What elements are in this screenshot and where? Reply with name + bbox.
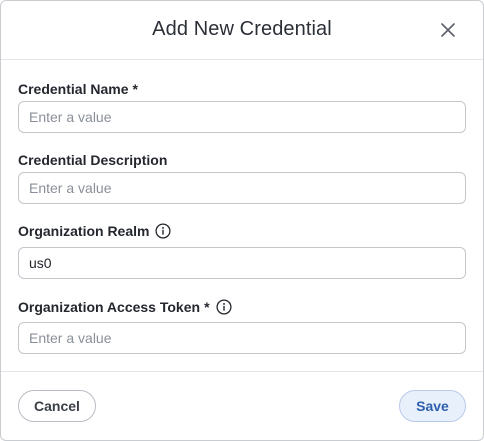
add-credential-dialog: Add New Credential Credential Name * Cre… <box>0 0 484 441</box>
organization-access-token-field: Organization Access Token * <box>18 298 466 354</box>
organization-realm-field: Organization Realm <box>18 222 466 279</box>
save-button[interactable]: Save <box>399 390 466 422</box>
dialog-title: Add New Credential <box>152 18 332 40</box>
info-icon[interactable] <box>155 223 172 239</box>
credential-description-label-row: Credential Description <box>18 151 466 169</box>
dialog-header: Add New Credential <box>1 1 483 60</box>
organization-access-token-label-row: Organization Access Token * <box>18 298 466 316</box>
organization-access-token-input[interactable] <box>18 322 466 354</box>
dialog-footer: Cancel Save <box>1 371 483 440</box>
credential-name-label: Credential Name <box>18 81 129 97</box>
cancel-button[interactable]: Cancel <box>18 390 96 422</box>
organization-realm-label-row: Organization Realm <box>18 222 466 240</box>
credential-description-label: Credential Description <box>18 152 168 168</box>
credential-description-field: Credential Description <box>18 151 466 204</box>
organization-realm-input[interactable] <box>18 247 466 279</box>
info-icon[interactable] <box>215 299 232 315</box>
credential-description-input[interactable] <box>18 172 466 204</box>
close-icon <box>437 19 459 41</box>
close-button[interactable] <box>437 19 459 41</box>
required-marker: * <box>204 299 210 315</box>
credential-name-label-row: Credential Name * <box>18 80 466 98</box>
organization-access-token-label: Organization Access Token <box>18 299 201 315</box>
credential-name-input[interactable] <box>18 101 466 133</box>
credential-name-field: Credential Name * <box>18 80 466 133</box>
required-marker: * <box>132 81 138 97</box>
dialog-body: Credential Name * Credential Description… <box>1 60 483 371</box>
organization-realm-label: Organization Realm <box>18 223 150 239</box>
